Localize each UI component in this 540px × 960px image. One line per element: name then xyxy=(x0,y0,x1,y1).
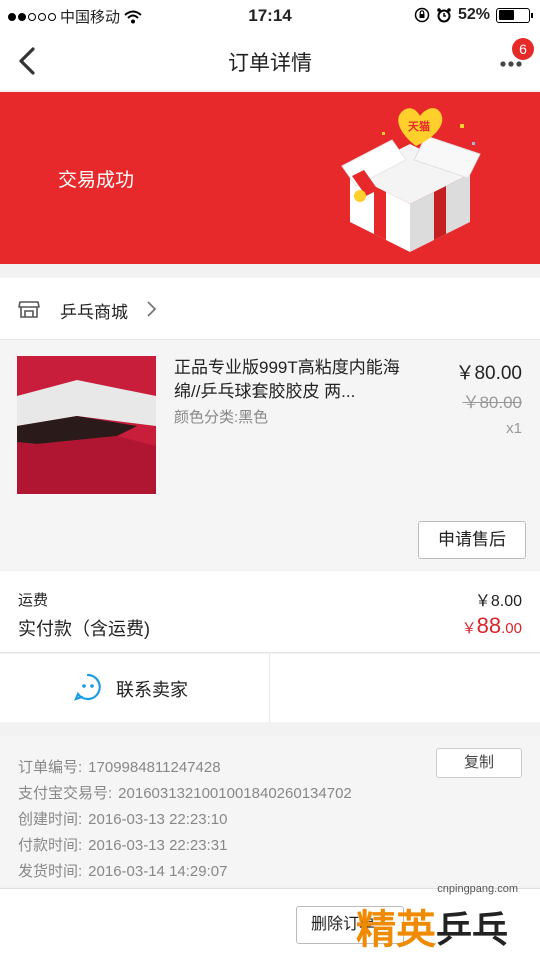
notification-badge: 6 xyxy=(512,38,534,60)
order-info-row: 订单编号: 1709984811247428 xyxy=(18,756,221,777)
order-info-label: 发货时间: xyxy=(18,863,83,880)
status-right: 52% xyxy=(414,6,533,24)
shop-name: 乒乓商城 xyxy=(60,303,128,322)
chevron-right-icon xyxy=(147,301,157,317)
contact-bar: 联系卖家 xyxy=(0,654,540,722)
navigation-bar: 订单详情 6 xyxy=(0,32,540,90)
product-title: 正品专业版999T高粘度内能海绵//乒乓球套胶胶皮 两... xyxy=(174,358,400,401)
total-label: 实付款（含运费) xyxy=(18,619,150,639)
status-bar: 中国移动 17:14 52% xyxy=(0,0,540,32)
watermark-text-a: 精英 xyxy=(356,908,436,952)
order-status-banner: 交易成功 天猫 xyxy=(0,92,540,264)
footer-bar: 删除订单 cnpingpang.com 精英 乒乓网 xyxy=(0,883,540,960)
contact-seller-button[interactable]: 联系卖家 xyxy=(0,654,270,722)
order-info-value: 2016-03-14 14:29:07 xyxy=(88,863,228,880)
order-info-row: 创建时间: 2016-03-13 22:23:10 xyxy=(18,808,227,829)
product-price: ￥80.00 xyxy=(455,363,522,384)
order-info-label: 付款时间: xyxy=(18,837,83,854)
order-status-text: 交易成功 xyxy=(58,170,135,191)
shipping-value: ￥8.00 xyxy=(474,593,522,610)
rotation-lock-icon xyxy=(414,7,430,23)
watermark-logo: cnpingpang.com 精英 乒乓网 xyxy=(340,883,530,960)
page-title: 订单详情 xyxy=(228,52,312,75)
product-original-price: ￥80.00 xyxy=(462,393,522,412)
battery-percent: 52% xyxy=(457,6,490,23)
gift-box-illustration: 天猫 xyxy=(341,108,481,252)
total-currency: ￥ xyxy=(461,620,477,637)
more-button[interactable]: 6 xyxy=(498,38,534,76)
order-info-row: 付款时间: 2016-03-13 22:23:31 xyxy=(18,834,227,855)
shipping-label: 运费 xyxy=(18,592,49,609)
chat-face-icon xyxy=(74,673,101,701)
total-decimal: .00 xyxy=(501,620,522,637)
shop-row[interactable]: 乒乓商城 xyxy=(0,278,540,340)
order-info-label: 支付宝交易号: xyxy=(18,785,113,802)
product-sku: 颜色分类:黑色 xyxy=(174,409,269,426)
after-sale-button[interactable]: 申请售后 xyxy=(418,521,526,559)
product-quantity: x1 xyxy=(506,420,522,437)
total-value: ￥88.00 xyxy=(462,613,522,639)
battery-fill xyxy=(498,10,514,20)
order-info-value: 2016-03-13 22:23:10 xyxy=(88,811,228,828)
alarm-icon xyxy=(437,8,451,23)
product-image xyxy=(17,356,156,494)
order-info-value: 1709984811247428 xyxy=(88,759,221,776)
order-info-label: 创建时间: xyxy=(18,811,83,828)
order-info-label: 订单编号: xyxy=(18,759,83,776)
total-integer: 88 xyxy=(476,613,502,638)
payment-summary: 运费 ￥8.00 实付款（含运费) ￥88.00 xyxy=(0,571,540,653)
order-info-row: 发货时间: 2016-03-14 14:29:07 xyxy=(18,860,227,881)
watermark-url: cnpingpang.com xyxy=(437,883,518,895)
order-info-row: 支付宝交易号: 2016031321001001840260134702 xyxy=(18,782,352,803)
order-info-value: 2016031321001001840260134702 xyxy=(118,785,352,802)
contact-seller-label: 联系卖家 xyxy=(116,680,188,700)
order-info: 复制 订单编号: 1709984811247428 支付宝交易号: 201603132… xyxy=(0,736,540,886)
gift-heart-text: 天猫 xyxy=(408,119,430,133)
store-icon xyxy=(18,301,40,318)
product-item[interactable]: 正品专业版999T高粘度内能海绵//乒乓球套胶胶皮 两... 颜色分类:黑色 ￥… xyxy=(0,340,540,570)
battery-icon xyxy=(496,7,533,23)
watermark-text-b: 乒乓网 xyxy=(436,909,509,951)
copy-order-number-button[interactable]: 复制 xyxy=(436,748,522,778)
order-info-value: 2016-03-13 22:23:31 xyxy=(88,837,228,854)
